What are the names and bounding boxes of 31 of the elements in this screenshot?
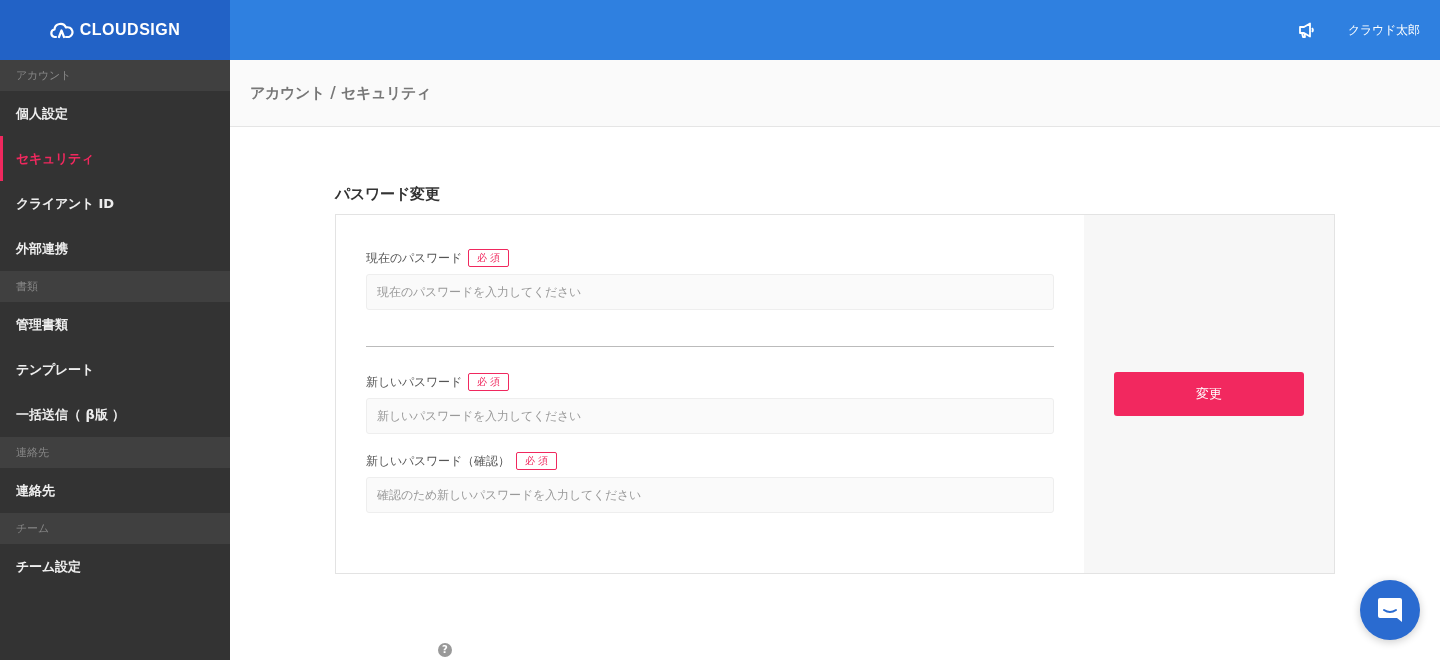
sidebar-section-header: 書類 xyxy=(0,271,230,302)
sidebar-section-header: 連絡先 xyxy=(0,437,230,468)
sidebar-item[interactable]: 個人設定 xyxy=(0,91,230,136)
cloud-logo-icon xyxy=(49,21,74,39)
field-label: 現在のパスワード xyxy=(366,249,462,267)
sidebar-item[interactable]: クライアント ID xyxy=(0,181,230,226)
required-badge: 必 須 xyxy=(468,249,510,267)
sidebar-section-header: チーム xyxy=(0,513,230,544)
breadcrumb: アカウント / セキュリティ xyxy=(250,83,431,103)
chat-button[interactable] xyxy=(1360,580,1420,640)
change-button[interactable]: 変更 xyxy=(1114,372,1304,416)
user-name[interactable]: クラウド太郎 xyxy=(1348,21,1420,39)
sidebar-item[interactable]: チーム設定 xyxy=(0,544,230,589)
logo[interactable]: CLOUDSIGN xyxy=(0,0,230,60)
password-field[interactable]: 確認のため新しいパスワードを入力してください xyxy=(366,477,1054,513)
field-label: 新しいパスワード（確認） xyxy=(366,452,510,470)
sidebar-item[interactable]: テンプレート xyxy=(0,347,230,392)
sidebar-item[interactable]: 外部連携 xyxy=(0,226,230,271)
password-field[interactable]: 現在のパスワードを入力してください xyxy=(366,274,1054,310)
required-badge: 必 須 xyxy=(516,452,558,470)
sidebar-item[interactable]: 一括送信（ β版 ） xyxy=(0,392,230,437)
sidebar-item[interactable]: 管理書類 xyxy=(0,302,230,347)
field-label: 新しいパスワード xyxy=(366,373,462,391)
password-field[interactable]: 新しいパスワードを入力してください xyxy=(366,398,1054,434)
sidebar-item[interactable]: 連絡先 xyxy=(0,468,230,513)
section-title: パスワード変更 xyxy=(335,185,441,204)
required-badge: 必 須 xyxy=(468,373,510,391)
logo-text: CLOUDSIGN xyxy=(79,21,181,39)
megaphone-icon[interactable] xyxy=(1298,22,1316,38)
chat-bubble-icon xyxy=(1375,595,1405,625)
sidebar-section-header: アカウント xyxy=(0,60,230,91)
